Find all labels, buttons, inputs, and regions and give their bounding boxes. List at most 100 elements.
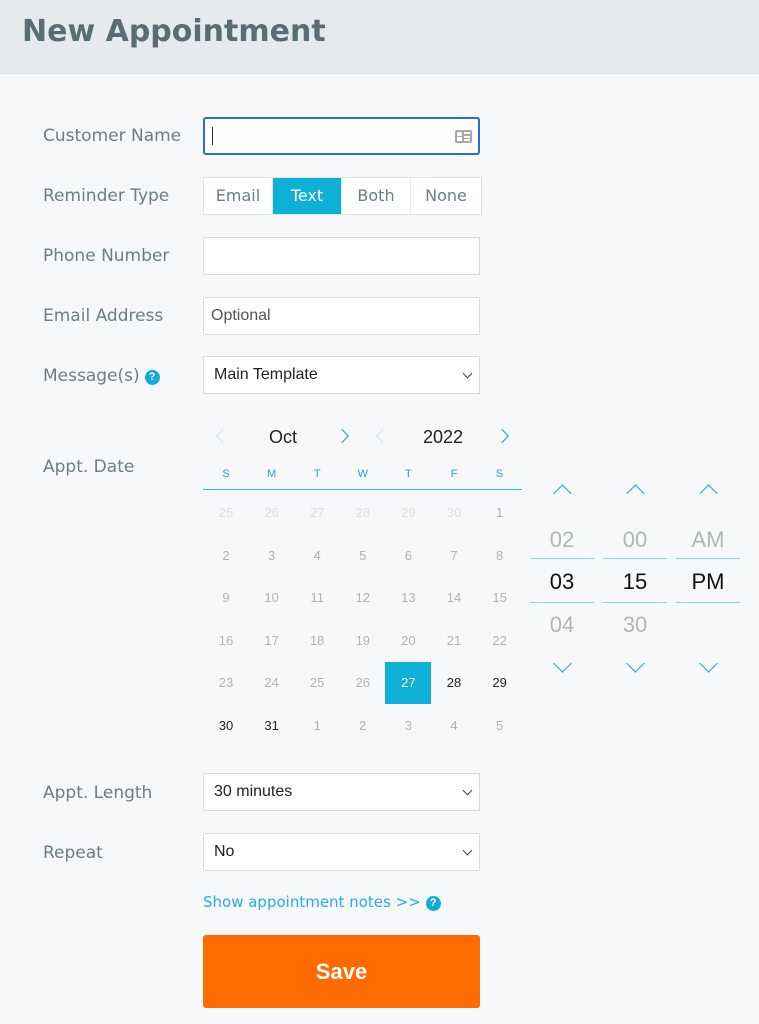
email-placeholder: Optional	[211, 307, 271, 324]
reminder-type-label: Reminder Type	[43, 186, 170, 206]
period-down-arrow-icon[interactable]	[699, 660, 717, 678]
prev-month-button[interactable]	[211, 425, 231, 449]
reminder-type-segmented-control: Email Text Both None	[203, 177, 482, 215]
chevron-down-icon	[462, 785, 473, 796]
calendar-day[interactable]: 14	[431, 577, 477, 619]
appt-date-label: Appt. Date	[43, 457, 135, 477]
calendar-day[interactable]: 24	[249, 662, 295, 704]
phone-number-input[interactable]	[203, 237, 480, 275]
calendar-day[interactable]: 25	[294, 662, 340, 704]
calendar-day[interactable]: 4	[431, 705, 477, 747]
reminder-option-both[interactable]: Both	[342, 178, 411, 214]
calendar-day[interactable]: 31	[249, 705, 295, 747]
messages-select-value: Main Template	[214, 366, 318, 383]
hour-prev-value[interactable]: 02	[530, 527, 594, 553]
calendar-day[interactable]: 7	[431, 535, 477, 577]
calendar-day[interactable]: 2	[340, 705, 386, 747]
calendar-day[interactable]: 29	[385, 492, 431, 534]
weekday-label: M	[267, 468, 277, 480]
calendar-day[interactable]: 29	[477, 662, 523, 704]
calendar-day[interactable]: 21	[431, 620, 477, 662]
hour-down-arrow-icon[interactable]	[553, 660, 571, 678]
calendar-day[interactable]: 20	[385, 620, 431, 662]
messages-label: Message(s)?	[43, 366, 160, 386]
calendar-day[interactable]: 26	[340, 662, 386, 704]
help-icon[interactable]: ?	[144, 370, 160, 385]
next-month-button[interactable]	[335, 425, 355, 449]
calendar-day[interactable]: 2	[203, 535, 249, 577]
period-prev-value[interactable]: AM	[676, 527, 740, 553]
next-year-button[interactable]	[495, 425, 515, 449]
show-notes-link[interactable]: Show appointment notes >>	[203, 893, 421, 911]
reminder-option-email[interactable]: Email	[204, 178, 273, 214]
calendar-day[interactable]: 5	[340, 535, 386, 577]
calendar-day[interactable]: 15	[477, 577, 523, 619]
text-caret	[212, 127, 213, 145]
selection-divider	[603, 558, 667, 559]
weekday-label: W	[357, 468, 368, 480]
appt-length-select[interactable]: 30 minutes	[203, 773, 480, 811]
calendar-day[interactable]: 28	[431, 662, 477, 704]
calendar-day[interactable]: 3	[249, 535, 295, 577]
calendar-day[interactable]: 23	[203, 662, 249, 704]
minute-prev-value[interactable]: 00	[603, 527, 667, 553]
calendar-day[interactable]: 8	[477, 535, 523, 577]
page-title: New Appointment	[22, 14, 326, 49]
help-icon[interactable]: ?	[425, 896, 441, 911]
minute-up-arrow-icon[interactable]	[626, 480, 644, 498]
period-current-value: PM	[691, 569, 725, 594]
calendar-day[interactable]: 13	[385, 577, 431, 619]
selection-divider	[530, 602, 594, 603]
show-notes-link-row: Show appointment notes >>?	[203, 893, 441, 911]
prev-year-button[interactable]	[371, 425, 391, 449]
calendar-day[interactable]: 26	[249, 492, 295, 534]
reminder-option-text[interactable]: Text	[273, 178, 342, 214]
calendar-day[interactable]: 30	[203, 705, 249, 747]
email-address-input[interactable]: Optional	[203, 297, 480, 335]
contact-card-icon[interactable]	[455, 130, 472, 143]
messages-select[interactable]: Main Template	[203, 356, 480, 394]
save-button[interactable]: Save	[203, 935, 480, 1008]
calendar-day[interactable]: 4	[294, 535, 340, 577]
chevron-down-icon	[462, 368, 473, 379]
calendar-day[interactable]: 17	[249, 620, 295, 662]
weekday-label: S	[495, 468, 504, 480]
hour-up-arrow-icon[interactable]	[553, 480, 571, 498]
calendar-day[interactable]: 1	[294, 705, 340, 747]
calendar-day[interactable]: 19	[340, 620, 386, 662]
calendar-day[interactable]: 16	[203, 620, 249, 662]
selection-divider	[530, 558, 594, 559]
calendar-day[interactable]: 6	[385, 535, 431, 577]
selection-divider	[676, 602, 740, 603]
calendar-day[interactable]: 12	[340, 577, 386, 619]
calendar-day[interactable]: 10	[249, 577, 295, 619]
calendar-day[interactable]: 30	[431, 492, 477, 534]
minute-down-arrow-icon[interactable]	[626, 660, 644, 678]
period-up-arrow-icon[interactable]	[699, 480, 717, 498]
reminder-option-none[interactable]: None	[411, 178, 481, 214]
calendar-day[interactable]: 18	[294, 620, 340, 662]
minute-next-value[interactable]: 30	[603, 612, 667, 638]
calendar-day[interactable]: 9	[203, 577, 249, 619]
calendar-day-selected[interactable]: 27	[385, 662, 432, 704]
calendar-day[interactable]: 28	[340, 492, 386, 534]
calendar-day[interactable]: 27	[294, 492, 340, 534]
calendar-day[interactable]: 1	[477, 492, 523, 534]
repeat-select[interactable]: No	[203, 833, 480, 871]
messages-label-text: Message(s)	[43, 366, 140, 386]
calendar-day[interactable]: 22	[477, 620, 523, 662]
year-label: 2022	[422, 427, 464, 447]
calendar-day[interactable]: 11	[294, 577, 340, 619]
appt-length-value: 30 minutes	[214, 783, 293, 800]
calendar-day[interactable]: 25	[203, 492, 249, 534]
calendar-day[interactable]: 3	[385, 705, 431, 747]
repeat-label: Repeat	[43, 843, 103, 863]
weekday-header: SMTWTFS	[203, 468, 522, 490]
customer-name-input[interactable]	[203, 117, 480, 155]
weekday-label: T	[313, 468, 321, 480]
weekday-label: T	[405, 468, 412, 480]
calendar-day[interactable]: 5	[477, 705, 523, 747]
chevron-down-icon	[462, 845, 473, 856]
hour-next-value[interactable]: 04	[530, 612, 594, 638]
weekday-label: F	[450, 468, 458, 480]
